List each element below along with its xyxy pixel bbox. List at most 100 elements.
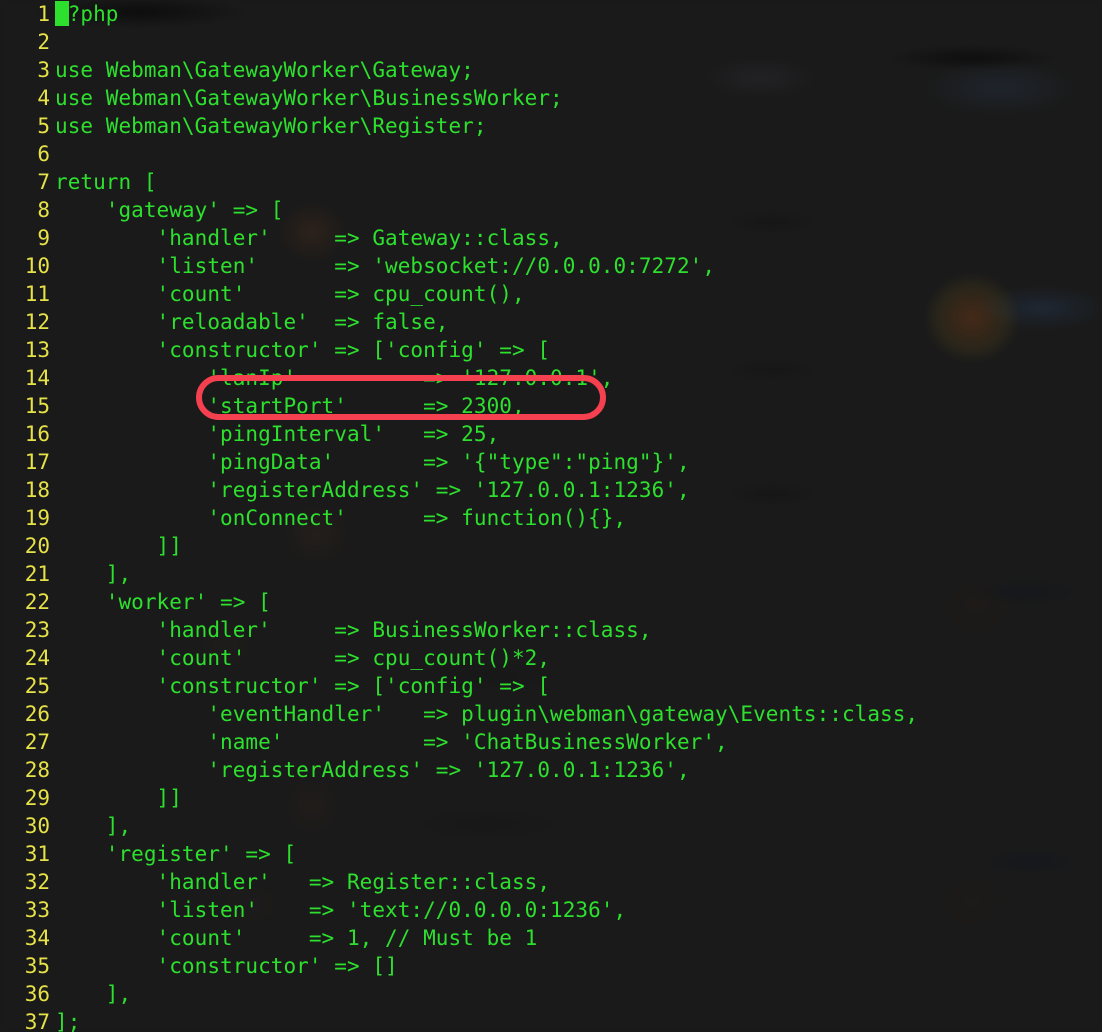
code-line[interactable]: 34 'count' => 1, // Must be 1: [0, 924, 1102, 952]
line-content[interactable]: ]]: [55, 532, 182, 560]
code-line[interactable]: 11 'count' => cpu_count(),: [0, 280, 1102, 308]
line-number: 5: [37, 114, 50, 138]
line-content[interactable]: 'handler' => Gateway::class,: [55, 224, 563, 252]
line-number: 9: [37, 226, 50, 250]
line-number: 3: [37, 58, 50, 82]
line-number: 34: [24, 926, 50, 950]
code-line[interactable]: 2: [0, 28, 1102, 56]
line-content[interactable]: 'listen' => 'text://0.0.0.0:1236',: [55, 896, 627, 924]
line-number: 26: [24, 702, 50, 726]
line-content[interactable]: 'registerAddress' => '127.0.0.1:1236',: [55, 756, 690, 784]
code-line[interactable]: 5 use Webman\GatewayWorker\Register;: [0, 112, 1102, 140]
line-content[interactable]: ],: [55, 812, 131, 840]
code-line[interactable]: 16 'pingInterval' => 25,: [0, 420, 1102, 448]
code-line[interactable]: 33 'listen' => 'text://0.0.0.0:1236',: [0, 896, 1102, 924]
code-surface[interactable]: 1 <?php 2 3 use Webman\GatewayWorker\Gateway…: [0, 0, 1102, 1032]
text-cursor: [55, 1, 69, 26]
code-line[interactable]: 1 <?php: [0, 0, 1102, 28]
line-number: 25: [24, 674, 50, 698]
code-line[interactable]: 30 ],: [0, 812, 1102, 840]
line-content[interactable]: 'constructor' => []: [55, 952, 398, 980]
code-line[interactable]: 14 'lanIp' => '127.0.0.1',: [0, 364, 1102, 392]
code-line[interactable]: 29 ]]: [0, 784, 1102, 812]
line-number: 16: [24, 422, 50, 446]
code-line[interactable]: 18 'registerAddress' => '127.0.0.1:1236'…: [0, 476, 1102, 504]
line-content[interactable]: 'startPort' => 2300,: [55, 392, 525, 420]
code-line[interactable]: 13 'constructor' => ['config' => [: [0, 336, 1102, 364]
code-line[interactable]: 9 'handler' => Gateway::class,: [0, 224, 1102, 252]
line-number: 1: [37, 2, 50, 26]
line-content[interactable]: 'constructor' => ['config' => [: [55, 672, 550, 700]
line-number: 8: [37, 198, 50, 222]
line-content[interactable]: ];: [55, 1008, 80, 1032]
line-content[interactable]: use Webman\GatewayWorker\Gateway;: [55, 56, 474, 84]
line-number: 27: [24, 730, 50, 754]
line-content[interactable]: 'count' => cpu_count()*2,: [55, 644, 550, 672]
code-line[interactable]: 27 'name' => 'ChatBusinessWorker',: [0, 728, 1102, 756]
line-number: 29: [24, 786, 50, 810]
line-number: 33: [24, 898, 50, 922]
code-line[interactable]: 28 'registerAddress' => '127.0.0.1:1236'…: [0, 756, 1102, 784]
line-content[interactable]: 'lanIp' => '127.0.0.1',: [55, 364, 614, 392]
code-line[interactable]: 36 ],: [0, 980, 1102, 1008]
line-number: 14: [24, 366, 50, 390]
code-line[interactable]: 21 ],: [0, 560, 1102, 588]
line-content[interactable]: 'worker' => [: [55, 588, 271, 616]
line-number: 36: [24, 982, 50, 1006]
line-number: 15: [24, 394, 50, 418]
line-content[interactable]: 'handler' => Register::class,: [55, 868, 550, 896]
code-line[interactable]: 7 return [: [0, 168, 1102, 196]
line-content[interactable]: use Webman\GatewayWorker\BusinessWorker;: [55, 84, 563, 112]
line-content[interactable]: ],: [55, 560, 131, 588]
code-line[interactable]: 31 'register' => [: [0, 840, 1102, 868]
code-line[interactable]: 4 use Webman\GatewayWorker\BusinessWorker…: [0, 84, 1102, 112]
line-content[interactable]: ],: [55, 980, 131, 1008]
line-content[interactable]: 'gateway' => [: [55, 196, 284, 224]
code-line[interactable]: 10 'listen' => 'websocket://0.0.0.0:7272…: [0, 252, 1102, 280]
line-number: 18: [24, 478, 50, 502]
code-line[interactable]: 6: [0, 140, 1102, 168]
code-line[interactable]: 12 'reloadable' => false,: [0, 308, 1102, 336]
line-content[interactable]: 'pingData' => '{"type":"ping"}',: [55, 448, 690, 476]
code-line[interactable]: 25 'constructor' => ['config' => [: [0, 672, 1102, 700]
code-line[interactable]: 8 'gateway' => [: [0, 196, 1102, 224]
code-line[interactable]: 24 'count' => cpu_count()*2,: [0, 644, 1102, 672]
line-content[interactable]: use Webman\GatewayWorker\Register;: [55, 112, 487, 140]
code-line[interactable]: 3 use Webman\GatewayWorker\Gateway;: [0, 56, 1102, 84]
code-line[interactable]: 35 'constructor' => []: [0, 952, 1102, 980]
code-line[interactable]: 23 'handler' => BusinessWorker::class,: [0, 616, 1102, 644]
line-number: 19: [24, 506, 50, 530]
code-line[interactable]: 17 'pingData' => '{"type":"ping"}',: [0, 448, 1102, 476]
line-number: 30: [24, 814, 50, 838]
line-number: 20: [24, 534, 50, 558]
line-number: 11: [24, 282, 50, 306]
line-number: 6: [37, 142, 50, 166]
line-content[interactable]: 'pingInterval' => 25,: [55, 420, 499, 448]
line-content[interactable]: 'register' => [: [55, 840, 296, 868]
line-content[interactable]: 'constructor' => ['config' => [: [55, 336, 550, 364]
line-content[interactable]: 'registerAddress' => '127.0.0.1:1236',: [55, 476, 690, 504]
line-content[interactable]: 'count' => cpu_count(),: [55, 280, 525, 308]
code-line[interactable]: 19 'onConnect' => function(){},: [0, 504, 1102, 532]
line-content[interactable]: 'onConnect' => function(){},: [55, 504, 626, 532]
line-content[interactable]: 'listen' => 'websocket://0.0.0.0:7272',: [55, 252, 715, 280]
line-number: 32: [24, 870, 50, 894]
line-number: 2: [37, 30, 50, 54]
line-number: 10: [24, 254, 50, 278]
code-line[interactable]: 22 'worker' => [: [0, 588, 1102, 616]
line-content[interactable]: 'eventHandler' => plugin\webman\gateway\…: [55, 700, 918, 728]
line-number: 4: [37, 86, 50, 110]
line-content[interactable]: return [: [55, 168, 157, 196]
line-content[interactable]: 'count' => 1, // Must be 1: [55, 924, 538, 952]
code-line[interactable]: 20 ]]: [0, 532, 1102, 560]
code-line[interactable]: 15 'startPort' => 2300,: [0, 392, 1102, 420]
line-number: 24: [24, 646, 50, 670]
code-line[interactable]: 26 'eventHandler' => plugin\webman\gatew…: [0, 700, 1102, 728]
line-content[interactable]: ]]: [55, 784, 182, 812]
line-content[interactable]: 'handler' => BusinessWorker::class,: [55, 616, 652, 644]
code-editor[interactable]: 1 <?php 2 3 use Webman\GatewayWorker\Gateway…: [0, 0, 1102, 1032]
line-content[interactable]: 'reloadable' => false,: [55, 308, 449, 336]
code-line[interactable]: 32 'handler' => Register::class,: [0, 868, 1102, 896]
code-line[interactable]: 37];: [0, 1008, 1102, 1032]
line-content[interactable]: 'name' => 'ChatBusinessWorker',: [55, 728, 728, 756]
